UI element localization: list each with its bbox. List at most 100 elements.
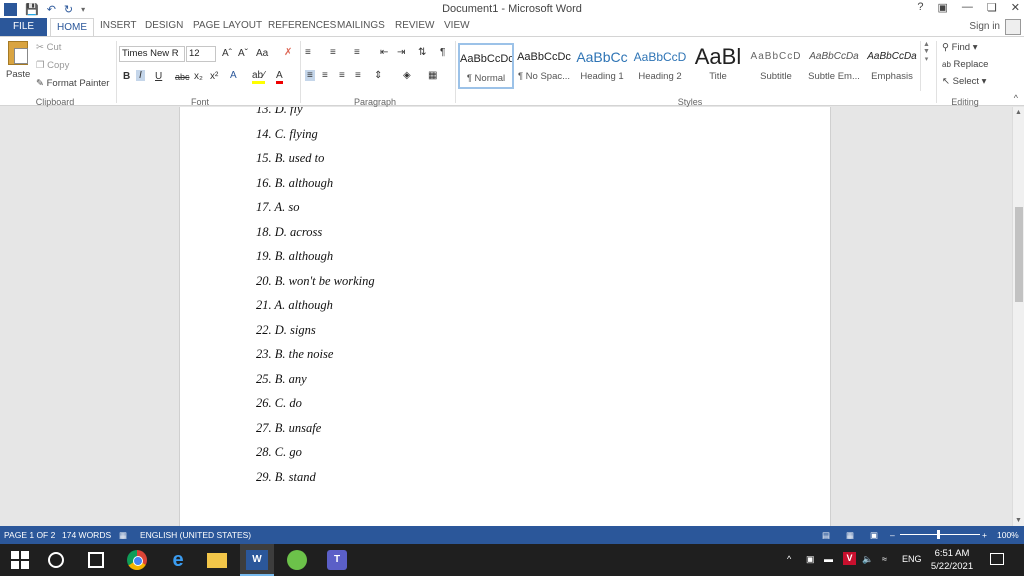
search-icon[interactable] — [48, 552, 64, 568]
tab-design[interactable]: DESIGN — [145, 20, 183, 31]
tab-references[interactable]: REFERENCES — [268, 20, 336, 31]
justify-icon[interactable]: ≡ — [355, 70, 361, 81]
print-layout-icon[interactable]: ▦ — [846, 530, 854, 541]
notification-center-icon[interactable] — [990, 553, 1004, 565]
page-count[interactable]: PAGE 1 OF 2 — [4, 530, 55, 540]
strikethrough-button[interactable]: abc — [175, 72, 190, 82]
shrink-font-button[interactable]: Aˇ — [238, 48, 248, 59]
superscript-button[interactable]: x² — [210, 71, 218, 82]
line-spacing-icon[interactable]: ⇕ — [374, 70, 382, 81]
word-count[interactable]: 174 WORDS — [62, 530, 111, 540]
word-app-icon[interactable]: W — [246, 550, 268, 570]
underline-button[interactable]: U — [155, 71, 162, 82]
style-heading-2[interactable]: AaBbCcD Heading 2 — [632, 43, 688, 89]
align-right-icon[interactable]: ≡ — [339, 70, 345, 81]
style-emphasis[interactable]: AaBbCcDa Emphasis — [864, 43, 920, 89]
close-button[interactable]: ✕ — [1011, 1, 1020, 14]
language-indicator[interactable]: ENGLISH (UNITED STATES) — [140, 530, 251, 540]
select-button[interactable]: ↖ Select ▾ — [942, 76, 986, 87]
style-subtitle[interactable]: AaBbCcD Subtitle — [748, 43, 804, 89]
increase-indent-icon[interactable]: ⇥ — [397, 47, 405, 58]
proofing-icon[interactable]: ▦ — [119, 530, 127, 541]
paste-button[interactable]: Paste — [6, 69, 30, 80]
find-button[interactable]: ⚲ Find ▾ — [942, 42, 978, 53]
highlight-button[interactable]: ab⁄ — [252, 70, 265, 84]
scroll-down-icon[interactable]: ▼ — [1015, 517, 1022, 524]
chrome-icon[interactable] — [127, 550, 147, 570]
numbering-icon[interactable]: ≡ — [330, 47, 336, 58]
tab-view[interactable]: VIEW — [444, 20, 470, 31]
decrease-indent-icon[interactable]: ⇤ — [380, 47, 388, 58]
scrollbar-thumb[interactable] — [1015, 207, 1023, 302]
font-color-button[interactable]: A — [276, 70, 283, 84]
scroll-up-icon[interactable]: ▲ — [1015, 109, 1022, 116]
task-view-icon[interactable] — [88, 552, 104, 568]
paste-icon[interactable] — [8, 41, 28, 65]
align-left-icon[interactable]: ≡ — [305, 70, 315, 81]
style-heading-1[interactable]: AaBbCc Heading 1 — [574, 43, 630, 89]
document-page[interactable]: 13. D. fly 14. C. flying 15. B. used to … — [179, 107, 831, 526]
tab-home[interactable]: HOME — [50, 18, 94, 37]
style-name: Subtle Em... — [808, 71, 860, 82]
sign-in-link[interactable]: Sign in — [969, 21, 1000, 32]
help-button[interactable]: ? — [917, 1, 923, 14]
multilevel-list-icon[interactable]: ≡ — [354, 47, 360, 58]
style-normal[interactable]: AaBbCcDc ¶ Normal — [458, 43, 514, 89]
text-effects-button[interactable]: A — [230, 70, 237, 81]
tab-mailings[interactable]: MAILINGS — [337, 20, 385, 31]
minimize-button[interactable]: — — [962, 1, 973, 14]
tray-app-icon[interactable]: ▣ — [806, 554, 815, 565]
tray-chevron-icon[interactable]: ^ — [787, 554, 791, 564]
zoom-out-icon[interactable]: – — [890, 530, 895, 540]
volume-icon[interactable]: 🔈 — [862, 554, 873, 565]
bullets-icon[interactable]: ≡ — [305, 47, 311, 58]
zoom-in-icon[interactable]: + — [982, 530, 987, 540]
tab-review[interactable]: REVIEW — [395, 20, 434, 31]
clock[interactable]: 6:51 AM 5/22/2021 — [928, 547, 976, 573]
subscript-button[interactable]: x₂ — [194, 71, 203, 82]
replace-button[interactable]: ab Replace — [942, 59, 988, 70]
vertical-scrollbar[interactable]: ▲ ▼ — [1012, 107, 1024, 526]
battery-icon[interactable]: ▬ — [824, 554, 833, 564]
styles-scroll[interactable]: ▲ ▼ ▾ — [920, 41, 932, 91]
teams-icon[interactable]: T — [327, 550, 347, 570]
font-family-select[interactable]: Times New R — [119, 46, 185, 62]
align-center-icon[interactable]: ≡ — [322, 70, 328, 81]
clear-formatting-icon[interactable]: ✗ — [284, 47, 292, 58]
clock-time: 6:51 AM — [934, 548, 970, 559]
cut-button[interactable]: ✂ Cut — [36, 42, 61, 53]
vivaldi-tray-icon[interactable]: V — [843, 552, 856, 565]
read-mode-icon[interactable]: ▤ — [822, 530, 830, 541]
ribbon-display-options-button[interactable]: ▣ — [938, 1, 948, 14]
tab-file[interactable]: FILE — [0, 18, 47, 36]
format-painter-button[interactable]: ✎ Format Painter — [36, 78, 109, 89]
grow-font-button[interactable]: Aˆ — [222, 48, 232, 59]
style-no-spacing[interactable]: AaBbCcDc ¶ No Spac... — [516, 43, 572, 89]
zoom-slider[interactable] — [900, 534, 980, 535]
wifi-icon[interactable]: ≈ — [882, 554, 887, 564]
collapse-ribbon-icon[interactable]: ^ — [1014, 93, 1018, 103]
italic-button[interactable]: I — [136, 70, 145, 81]
tab-page-layout[interactable]: PAGE LAYOUT — [193, 20, 262, 31]
edge-icon[interactable]: e — [168, 550, 188, 570]
borders-icon[interactable]: ▦ — [428, 70, 437, 81]
style-subtle-emphasis[interactable]: AaBbCcDa Subtle Em... — [806, 43, 862, 89]
style-title[interactable]: AaBl Title — [690, 43, 746, 89]
file-explorer-icon[interactable] — [207, 553, 227, 568]
copy-button[interactable]: ❐ Copy — [36, 60, 69, 71]
change-case-button[interactable]: Aa — [256, 48, 268, 59]
windows-start-icon[interactable] — [11, 551, 29, 569]
web-layout-icon[interactable]: ▣ — [870, 530, 878, 541]
zoom-slider-thumb[interactable] — [937, 530, 940, 539]
zoom-level[interactable]: 100% — [997, 530, 1019, 540]
bold-button[interactable]: B — [123, 71, 130, 82]
input-language[interactable]: ENG — [902, 554, 922, 564]
avatar-icon[interactable] — [1005, 19, 1021, 35]
font-size-select[interactable]: 12 — [186, 46, 216, 62]
tab-insert[interactable]: INSERT — [100, 20, 137, 31]
shading-icon[interactable]: ◈ — [403, 70, 411, 81]
sort-icon[interactable]: ⇅ — [418, 47, 426, 58]
show-formatting-button[interactable]: ¶ — [440, 47, 445, 58]
greenshot-icon[interactable] — [287, 550, 307, 570]
restore-button[interactable]: ❏ — [987, 1, 997, 14]
